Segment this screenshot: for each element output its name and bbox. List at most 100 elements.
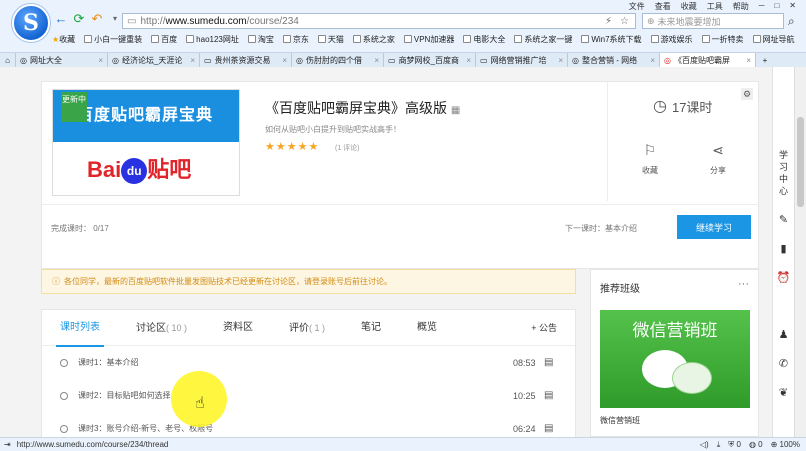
- tab-favicon: ◎: [20, 56, 27, 65]
- chat-icon[interactable]: ❦: [779, 386, 788, 399]
- tab-close-icon[interactable]: ×: [650, 56, 655, 65]
- back-arrow-icon[interactable]: ←: [54, 12, 68, 26]
- tab-close-icon[interactable]: ×: [98, 56, 103, 65]
- home-icon[interactable]: ⌂: [0, 53, 16, 68]
- bookmark-icon: [247, 35, 256, 43]
- announcement-button[interactable]: + 公告: [531, 310, 557, 346]
- list-item[interactable]: 课时1：基本介绍 08:53 ▤: [42, 346, 575, 379]
- tab-close-icon[interactable]: ×: [282, 56, 287, 65]
- speaker-icon[interactable]: ◁): [700, 440, 709, 450]
- tab-close-icon[interactable]: ×: [466, 56, 471, 65]
- bookmark-item[interactable]: 天猫: [317, 34, 344, 45]
- bookmark-item[interactable]: Win7系统下载: [581, 34, 642, 45]
- bookmark-item[interactable]: 游戏娱乐: [650, 34, 693, 45]
- tab-item[interactable]: ◎ 经济论坛_天涯论 ×: [108, 53, 200, 68]
- bookmark-item[interactable]: 电影大全: [463, 34, 505, 45]
- bookmark-favorites[interactable]: ★收藏: [52, 34, 75, 45]
- tab-overview[interactable]: 概览: [399, 310, 455, 346]
- tab-discussion[interactable]: 讨论区( 10 ): [118, 310, 205, 346]
- bookmark-icon: [701, 35, 710, 43]
- recommend-name[interactable]: 微信营销班: [600, 415, 640, 426]
- wechat-bubble-icon: [672, 362, 712, 394]
- favorite-button[interactable]: ⚐ 收藏: [630, 142, 670, 176]
- document-icon[interactable]: ▤: [544, 390, 553, 401]
- scroll-thumb[interactable]: [797, 117, 804, 207]
- search-icon[interactable]: ⌕: [788, 14, 795, 29]
- list-item[interactable]: 课时2：目标贴吧如何选择 10:25 ▤: [42, 379, 575, 412]
- alarm-icon[interactable]: ⏰: [777, 271, 791, 284]
- tab-close-icon[interactable]: ×: [746, 56, 751, 65]
- tab-favicon: ◎: [112, 56, 119, 65]
- share-button[interactable]: ⋖ 分享: [698, 142, 738, 176]
- page-icon: ▭: [127, 15, 137, 27]
- note-icon[interactable]: ▮: [780, 242, 786, 255]
- zoom-level[interactable]: ⊕ 100%: [771, 440, 800, 450]
- bookmark-item[interactable]: 京东: [282, 34, 309, 45]
- tab-reviews[interactable]: 评价( 1 ): [271, 310, 343, 346]
- bookmark-icon: [581, 35, 590, 43]
- tab-close-icon[interactable]: ×: [374, 56, 379, 65]
- undo-icon[interactable]: ↶: [90, 12, 104, 26]
- recommend-image[interactable]: 微信营销班: [600, 310, 750, 408]
- shield-icon[interactable]: ⛨ 0: [728, 440, 741, 450]
- bookmark-item[interactable]: 系统之家一键: [514, 34, 572, 45]
- list-item[interactable]: 课时3：账号介绍-新号、老号、权限号 06:24 ▤: [42, 412, 575, 437]
- course-cover[interactable]: 百度贴吧霸屏宝典 更新中 Bai du 贴吧: [52, 89, 240, 196]
- menu-help[interactable]: 帮助: [733, 1, 749, 12]
- bookmark-item[interactable]: 淘宝: [247, 34, 274, 45]
- more-icon[interactable]: ···: [738, 278, 749, 290]
- tab-item[interactable]: ▭ 贵州茶资源交易 ×: [200, 53, 292, 68]
- bookmark-item[interactable]: hao123网址: [186, 34, 239, 45]
- lightning-icon[interactable]: ⚡: [605, 16, 612, 27]
- menu-file[interactable]: 文件: [629, 1, 645, 12]
- tab-close-icon[interactable]: ×: [190, 56, 195, 65]
- status-circle-icon: [60, 424, 68, 433]
- gear-icon[interactable]: ⚙: [741, 88, 753, 100]
- bookmark-item[interactable]: 百度: [151, 34, 177, 45]
- document-icon[interactable]: ▤: [544, 423, 553, 434]
- bookmark-item[interactable]: 一折特卖: [701, 34, 744, 45]
- tab-item[interactable]: ◎ 伤肘肘的四个借 ×: [292, 53, 384, 68]
- status-bar: ⇥ http://www.sumedu.com/course/234/threa…: [0, 437, 806, 451]
- globe-icon[interactable]: ◍ 0: [749, 440, 763, 450]
- menu-tools[interactable]: 工具: [707, 1, 723, 12]
- qrcode-icon[interactable]: ▦: [451, 105, 460, 116]
- maximize-icon[interactable]: □: [774, 1, 779, 12]
- phone-icon[interactable]: ✆: [779, 357, 788, 370]
- new-tab-icon[interactable]: +: [756, 53, 774, 68]
- learning-center-link[interactable]: 学习中心: [779, 149, 789, 197]
- scrollbar[interactable]: [794, 67, 806, 437]
- menu-view[interactable]: 查看: [655, 1, 671, 12]
- bookmark-item[interactable]: 网址导航: [752, 34, 795, 45]
- close-icon[interactable]: ✕: [789, 1, 796, 12]
- tab-item[interactable]: ◎ 整合营销 - 网络 ×: [568, 53, 660, 68]
- minimize-icon[interactable]: ─: [759, 1, 765, 12]
- tab-materials[interactable]: 资料区: [205, 310, 271, 346]
- tab-lesson-list[interactable]: 课时列表: [42, 310, 118, 347]
- tab-item[interactable]: ◎ 网址大全 ×: [16, 53, 108, 68]
- tab-item[interactable]: ▭ 网络营销推广培 ×: [476, 53, 568, 68]
- document-icon[interactable]: ▤: [544, 357, 553, 368]
- dropdown-icon[interactable]: ▾: [108, 12, 122, 26]
- download-icon[interactable]: ⤓: [717, 440, 721, 450]
- rating-count[interactable]: (1 评论): [335, 143, 360, 153]
- search-input[interactable]: ⊕ 未来地震要增加: [642, 13, 784, 29]
- menu-favorites[interactable]: 收藏: [681, 1, 697, 12]
- tab-item-active[interactable]: ◎ 《百度贴吧霸屏 ×: [660, 53, 756, 68]
- address-bar[interactable]: ▭ http://www.sumedu.com/course/234 ⚡ ☆: [122, 13, 636, 29]
- star-icon[interactable]: ☆: [620, 16, 629, 27]
- tab-item[interactable]: ▭ 商梦网校_百度商 ×: [384, 53, 476, 68]
- tab-close-icon[interactable]: ×: [558, 56, 563, 65]
- bell-icon[interactable]: ♟: [779, 328, 789, 341]
- browser-logo-icon[interactable]: S: [12, 4, 50, 42]
- bookmark-item[interactable]: 系统之家: [352, 34, 395, 45]
- notice-banner: ⓘ 各位同学，最新的百度贴吧软件批量发图贴技术已经更新在讨论区，请登录账号后前往…: [41, 269, 576, 294]
- refresh-icon[interactable]: ⟳: [72, 12, 86, 26]
- bookmark-item[interactable]: 小白一键重装: [84, 34, 142, 45]
- bookmark-item[interactable]: VPN加速器: [403, 34, 454, 45]
- next-lesson-text: 下一课时：基本介绍: [565, 224, 637, 233]
- continue-learning-button[interactable]: 继续学习: [677, 215, 751, 239]
- sidebar-toggle-icon[interactable]: ⇥: [4, 440, 11, 449]
- tab-notes[interactable]: 笔记: [343, 310, 399, 346]
- edit-icon[interactable]: ✎: [779, 213, 788, 226]
